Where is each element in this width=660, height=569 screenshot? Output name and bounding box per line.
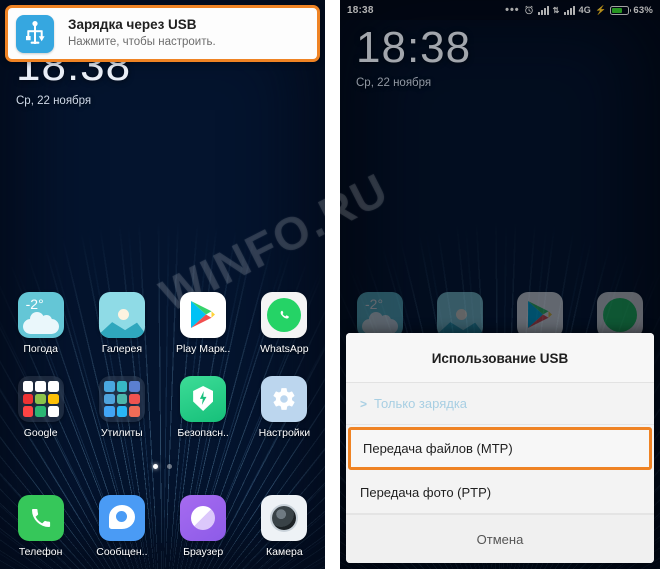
app-label: WhatsApp bbox=[260, 343, 309, 355]
app-settings[interactable]: Настройки bbox=[251, 376, 317, 439]
cloud-shape bbox=[22, 312, 59, 334]
whatsapp-icon bbox=[261, 292, 308, 338]
usb-icon bbox=[16, 14, 54, 53]
phone-icon bbox=[17, 495, 64, 541]
app-label: Play Марк.. bbox=[175, 343, 231, 355]
shield-shape bbox=[193, 386, 214, 411]
app-label: Галерея bbox=[101, 343, 143, 355]
dialog-title: Использование USB bbox=[346, 333, 654, 383]
folder-utilities[interactable]: Утилиты bbox=[89, 376, 155, 439]
home-app-row-2: Google Утилиты Безопасн.. Настройки bbox=[0, 376, 325, 439]
whatsapp-phone-glyph bbox=[281, 310, 290, 319]
play-triangle-glyph bbox=[191, 301, 216, 328]
app-label: Утилиты bbox=[101, 427, 143, 439]
gallery-icon bbox=[98, 292, 145, 338]
dock: Телефон Сообщен.. Браузер Камера bbox=[0, 495, 325, 558]
app-gallery[interactable]: Галерея bbox=[89, 292, 155, 355]
app-label: Настройки bbox=[258, 427, 311, 439]
notification-subtitle: Нажмите, чтобы настроить. bbox=[68, 35, 216, 48]
usb-charging-notification[interactable]: Зарядка через USB Нажмите, чтобы настрои… bbox=[5, 5, 320, 62]
usb-trident-glyph bbox=[26, 20, 45, 44]
dialog-option-ptp[interactable]: Передача фото (PTP) bbox=[346, 472, 654, 514]
app-label: Погода bbox=[23, 343, 58, 355]
lens-shape bbox=[272, 506, 297, 530]
left-phone-screen: 18:38 Ср, 22 ноября Зарядка через USB На… bbox=[0, 0, 325, 569]
browser-icon bbox=[180, 495, 227, 541]
dialog-cancel-button[interactable]: Отмена bbox=[346, 514, 654, 563]
utilities-folder-icon bbox=[98, 376, 145, 422]
folder-google[interactable]: Google bbox=[8, 376, 74, 439]
weather-temp-badge: -2° bbox=[25, 296, 44, 312]
messages-icon bbox=[98, 495, 145, 541]
browser-ball-shape bbox=[191, 506, 216, 530]
app-label: Браузер bbox=[183, 546, 224, 558]
google-folder-icon bbox=[17, 376, 64, 422]
page-dot-active[interactable] bbox=[153, 464, 158, 469]
folder-mini-grid bbox=[103, 381, 140, 417]
app-weather[interactable]: -2° Погода bbox=[8, 292, 74, 355]
weather-icon: -2° bbox=[17, 292, 64, 338]
dock-browser[interactable]: Браузер bbox=[170, 495, 236, 558]
dialog-option-charge-only[interactable]: > Только зарядка bbox=[346, 383, 654, 425]
play-store-icon bbox=[180, 292, 227, 338]
folder-mini-grid bbox=[22, 381, 59, 417]
notification-title: Зарядка через USB bbox=[68, 17, 197, 33]
page-indicator bbox=[0, 464, 325, 469]
app-label: Сообщен.. bbox=[96, 546, 148, 558]
dialog-option-mtp[interactable]: Передача файлов (MTP) bbox=[348, 427, 652, 470]
chevron-right-icon: > bbox=[360, 396, 368, 411]
gear-glyph bbox=[273, 388, 295, 410]
home-app-row-1: -2° Погода Галерея Play Марк.. WhatsApp bbox=[0, 292, 325, 355]
right-phone-screen: 18:38 ••• ⇅ 4G ⚡ 63% 18:38 Ср, 22 ноября bbox=[340, 0, 660, 569]
bubble-shape bbox=[108, 505, 135, 529]
camera-icon bbox=[261, 495, 308, 541]
screenshot-stage: 18:38 Ср, 22 ноября Зарядка через USB На… bbox=[0, 0, 660, 569]
notification-text: Зарядка через USB Нажмите, чтобы настрои… bbox=[68, 17, 216, 50]
app-label: Google bbox=[23, 427, 58, 439]
app-whatsapp[interactable]: WhatsApp bbox=[251, 292, 317, 355]
dock-messages[interactable]: Сообщен.. bbox=[89, 495, 155, 558]
security-shield-icon bbox=[180, 376, 227, 422]
app-label: Камера bbox=[266, 546, 303, 558]
dock-camera[interactable]: Камера bbox=[251, 495, 317, 558]
phone-handset-glyph bbox=[31, 509, 50, 528]
panel-separator bbox=[325, 0, 340, 569]
left-clock-date: Ср, 22 ноября bbox=[16, 95, 92, 107]
app-play-store[interactable]: Play Марк.. bbox=[170, 292, 236, 355]
dialog-option-label: Только зарядка bbox=[374, 396, 468, 411]
page-dot[interactable] bbox=[167, 464, 172, 469]
app-label: Телефон bbox=[18, 546, 63, 558]
app-security[interactable]: Безопасн.. bbox=[170, 376, 236, 439]
usb-usage-dialog: Использование USB > Только зарядка Перед… bbox=[346, 333, 654, 563]
gear-icon bbox=[261, 376, 308, 422]
dialog-option-label: Передача файлов (MTP) bbox=[363, 441, 513, 456]
dock-phone[interactable]: Телефон bbox=[8, 495, 74, 558]
app-label: Безопасн.. bbox=[177, 427, 229, 439]
sun-shape bbox=[117, 309, 129, 320]
dialog-option-label: Передача фото (PTP) bbox=[360, 485, 492, 500]
